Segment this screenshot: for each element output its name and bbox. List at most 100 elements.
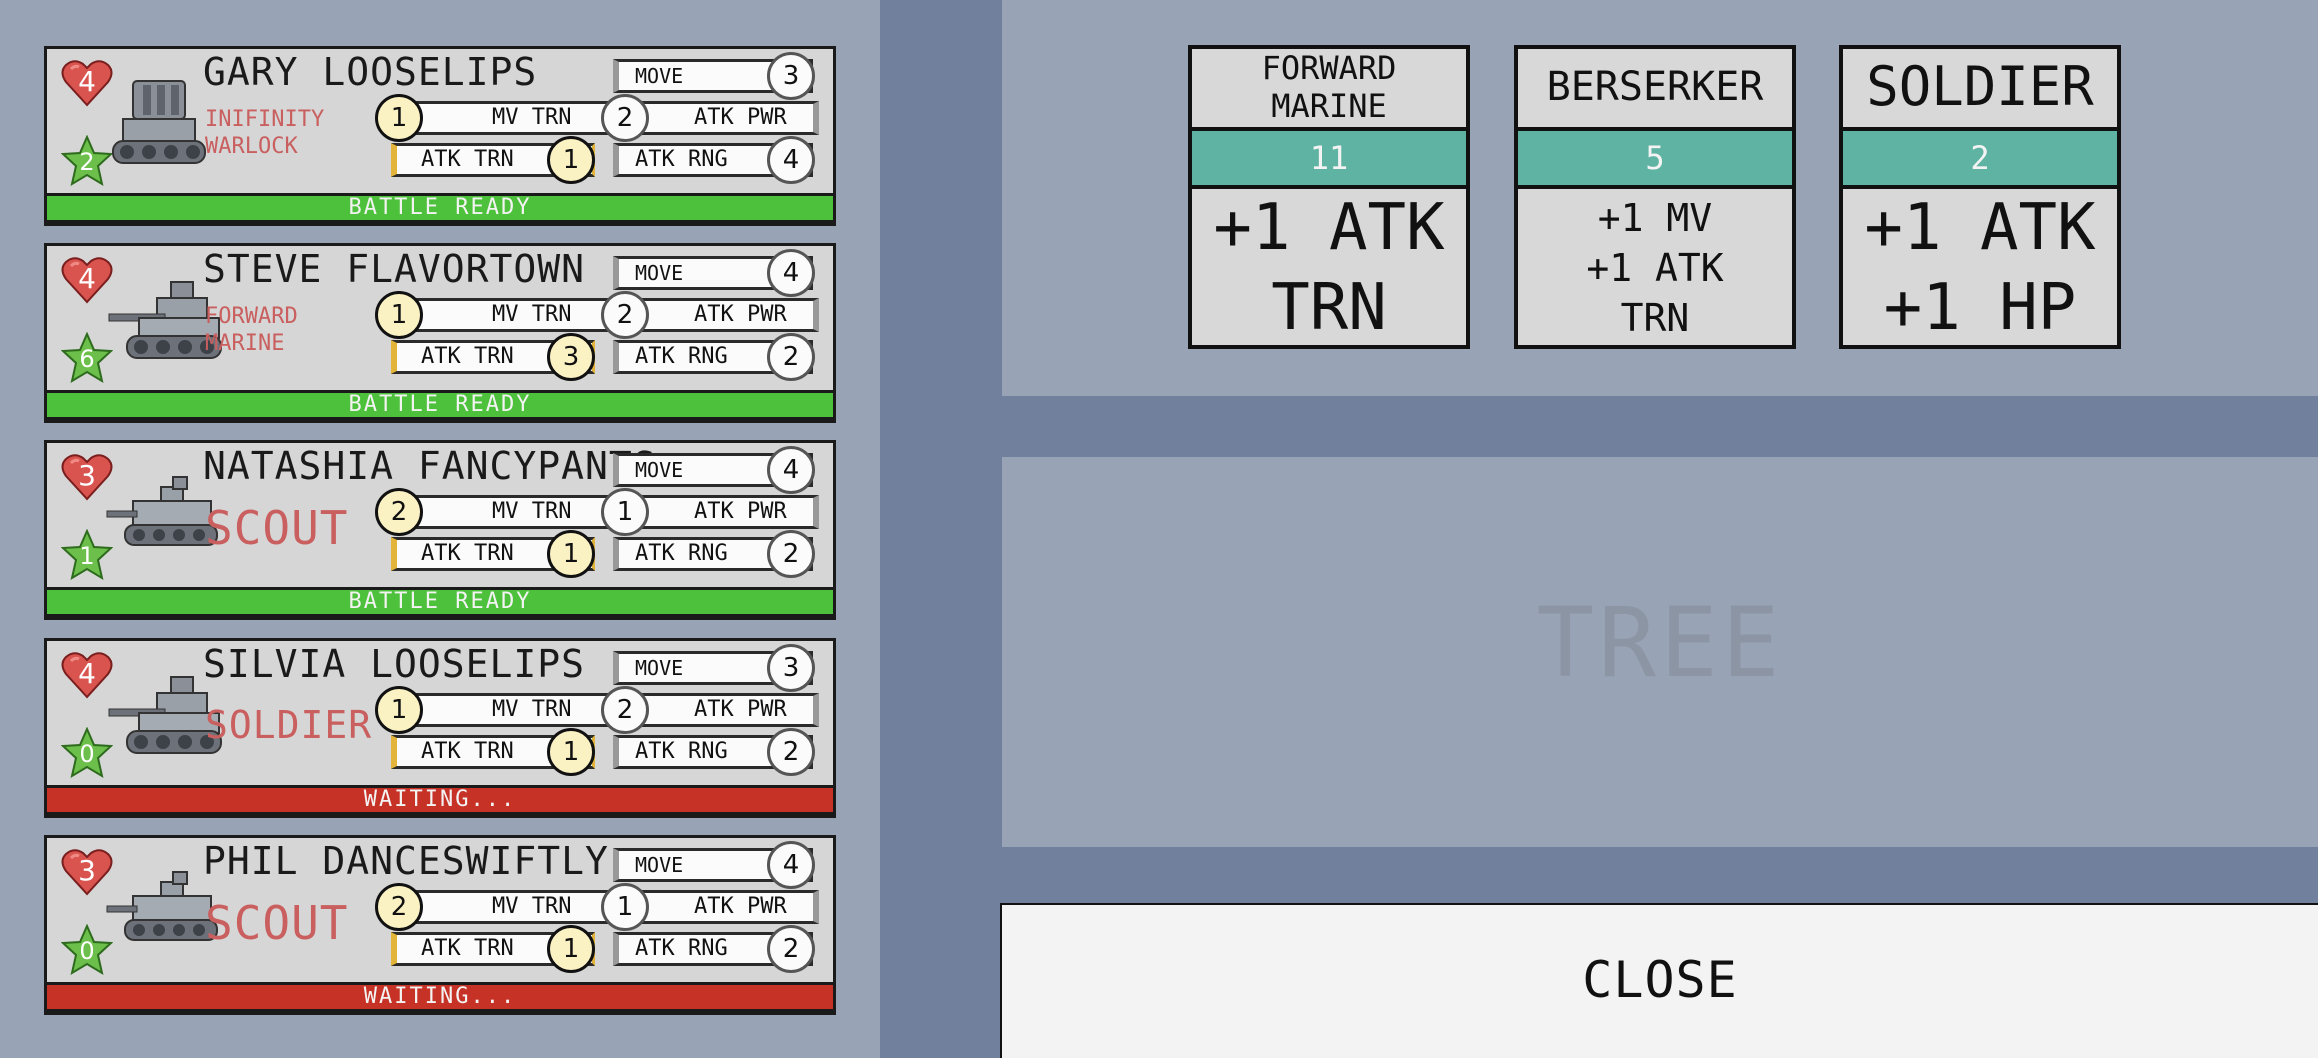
move-label: MOVE xyxy=(635,656,684,680)
atk-rng-value: 4 xyxy=(767,136,815,184)
upgrade-title-line: FORWARD xyxy=(1261,49,1397,87)
mv-trn-pill[interactable]: MV TRN xyxy=(395,298,629,332)
move-value: 3 xyxy=(767,52,815,100)
mv-trn-label: MV TRN xyxy=(492,697,572,722)
upgrade-effect-line: +1 ATK xyxy=(1213,191,1445,265)
atk-pwr-value: 2 xyxy=(601,94,649,142)
atk-pwr-value: 1 xyxy=(601,488,649,536)
mv-trn-value: 1 xyxy=(375,291,423,339)
unit-class: SOLDIER xyxy=(205,703,373,747)
upgrade-title: SOLDIER xyxy=(1843,49,2117,125)
unit-card[interactable]: 4 2 GARY LOOSELIPS INIFINITY WARLOCK MV TRN 1… xyxy=(44,46,836,226)
upgrade-effect-line: TRN xyxy=(1271,271,1387,345)
atk-rng-label: ATK RNG xyxy=(635,936,728,961)
atk-rng-value: 2 xyxy=(767,530,815,578)
upgrade-effect: +1 ATK TRN xyxy=(1192,191,1466,345)
atk-trn-value: 1 xyxy=(547,925,595,973)
mv-trn-value: 2 xyxy=(375,488,423,536)
upgrade-effect-line: +1 ATK xyxy=(1864,191,2096,265)
close-button[interactable]: CLOSE xyxy=(1000,903,2318,1058)
mv-trn-label: MV TRN xyxy=(492,302,572,327)
unit-name: GARY LOOSELIPS xyxy=(203,50,538,94)
mv-trn-label: MV TRN xyxy=(492,105,572,130)
atk-trn-label: ATK TRN xyxy=(421,541,514,566)
mv-trn-pill[interactable]: MV TRN xyxy=(395,495,629,529)
upgrade-effect: +1 MV +1 ATK TRN xyxy=(1518,191,1792,345)
atk-pwr-value: 2 xyxy=(601,686,649,734)
upgrade-title: BERSERKER xyxy=(1518,49,1792,125)
upgrade-effect-line: +1 MV xyxy=(1597,196,1713,240)
atk-pwr-label: ATK PWR xyxy=(694,697,787,722)
mv-trn-value: 2 xyxy=(375,883,423,931)
atk-pwr-label: ATK PWR xyxy=(694,499,787,524)
unit-name: NATASHIA FANCYPANTS xyxy=(203,444,657,488)
move-value: 3 xyxy=(767,644,815,692)
atk-trn-value: 3 xyxy=(547,333,595,381)
tree-panel: TREE xyxy=(1002,457,2318,847)
unit-name: SILVIA LOOSELIPS xyxy=(203,642,586,686)
atk-rng-value: 2 xyxy=(767,925,815,973)
mv-trn-pill[interactable]: MV TRN xyxy=(395,693,629,727)
atk-rng-value: 2 xyxy=(767,728,815,776)
move-value: 4 xyxy=(767,841,815,889)
mv-trn-label: MV TRN xyxy=(492,499,572,524)
unit-card[interactable]: 3 0 PHIL DANCESWIFTLY SCOUT MV TRN 2 ATK TRN 1 M… xyxy=(44,835,836,1015)
atk-rng-label: ATK RNG xyxy=(635,147,728,172)
move-label: MOVE xyxy=(635,64,684,88)
move-label: MOVE xyxy=(635,261,684,285)
unit-name: STEVE FLAVORTOWN xyxy=(203,247,586,291)
unit-card[interactable]: 4 6 STEVE FLAVORTOWN FORWARD MARINE MV TRN 1 A… xyxy=(44,243,836,423)
unit-class: SCOUT xyxy=(205,501,349,555)
tree-label: TREE xyxy=(1536,587,1784,699)
mv-trn-value: 1 xyxy=(375,686,423,734)
atk-trn-label: ATK TRN xyxy=(421,739,514,764)
atk-trn-value: 1 xyxy=(547,530,595,578)
atk-trn-label: ATK TRN xyxy=(421,147,514,172)
upgrade-cost: 11 xyxy=(1188,127,1470,189)
status-bar: BATTLE READY xyxy=(44,193,836,223)
atk-pwr-pill: ATK PWR xyxy=(623,693,819,727)
atk-trn-value: 1 xyxy=(547,136,595,184)
upgrade-title-line: SOLDIER xyxy=(1866,55,2094,118)
unit-name: PHIL DANCESWIFTLY xyxy=(203,839,609,883)
atk-pwr-pill: ATK PWR xyxy=(623,298,819,332)
atk-pwr-value: 1 xyxy=(601,883,649,931)
unit-card[interactable]: 3 1 NATASHIA FANCYPANTS SCOUT MV TRN 2 ATK TRN… xyxy=(44,440,836,620)
atk-pwr-pill: ATK PWR xyxy=(623,890,819,924)
atk-rng-value: 2 xyxy=(767,333,815,381)
atk-pwr-label: ATK PWR xyxy=(694,105,787,130)
mv-trn-label: MV TRN xyxy=(492,894,572,919)
upgrade-effect-line: +1 HP xyxy=(1883,271,2077,345)
unit-card[interactable]: 4 0 SILVIA LOOSELIPS SOLDIER MV TRN 1 ATK TRN 1… xyxy=(44,638,836,818)
status-bar: WAITING... xyxy=(44,982,836,1012)
unit-class: INIFINITY WARLOCK xyxy=(205,107,325,159)
status-bar: WAITING... xyxy=(44,785,836,815)
upgrade-cost: 2 xyxy=(1839,127,2121,189)
upgrade-title: FORWARD MARINE xyxy=(1192,49,1466,125)
move-label: MOVE xyxy=(635,853,684,877)
move-value: 4 xyxy=(767,249,815,297)
unit-class: SCOUT xyxy=(205,896,349,950)
atk-pwr-label: ATK PWR xyxy=(694,894,787,919)
atk-rng-label: ATK RNG xyxy=(635,541,728,566)
move-label: MOVE xyxy=(635,458,684,482)
upgrade-choice-card[interactable]: FORWARD MARINE 11 +1 ATK TRN xyxy=(1188,45,1470,349)
atk-trn-label: ATK TRN xyxy=(421,344,514,369)
status-bar: BATTLE READY xyxy=(44,390,836,420)
atk-pwr-label: ATK PWR xyxy=(694,302,787,327)
atk-pwr-pill: ATK PWR xyxy=(623,495,819,529)
upgrade-cost: 5 xyxy=(1514,127,1796,189)
mv-trn-pill[interactable]: MV TRN xyxy=(395,101,629,135)
atk-rng-label: ATK RNG xyxy=(635,739,728,764)
upgrade-choice-card[interactable]: SOLDIER 2 +1 ATK +1 HP xyxy=(1839,45,2121,349)
mv-trn-pill[interactable]: MV TRN xyxy=(395,890,629,924)
atk-rng-label: ATK RNG xyxy=(635,344,728,369)
atk-pwr-value: 2 xyxy=(601,291,649,339)
move-value: 4 xyxy=(767,446,815,494)
upgrade-effect-line: +1 ATK xyxy=(1586,246,1724,290)
upgrade-effect: +1 ATK +1 HP xyxy=(1843,191,2117,345)
upgrade-title-line: BERSERKER xyxy=(1546,64,1764,110)
upgrade-choice-card[interactable]: BERSERKER 5 +1 MV +1 ATK TRN xyxy=(1514,45,1796,349)
atk-trn-label: ATK TRN xyxy=(421,936,514,961)
upgrade-title-line: MARINE xyxy=(1271,87,1387,125)
